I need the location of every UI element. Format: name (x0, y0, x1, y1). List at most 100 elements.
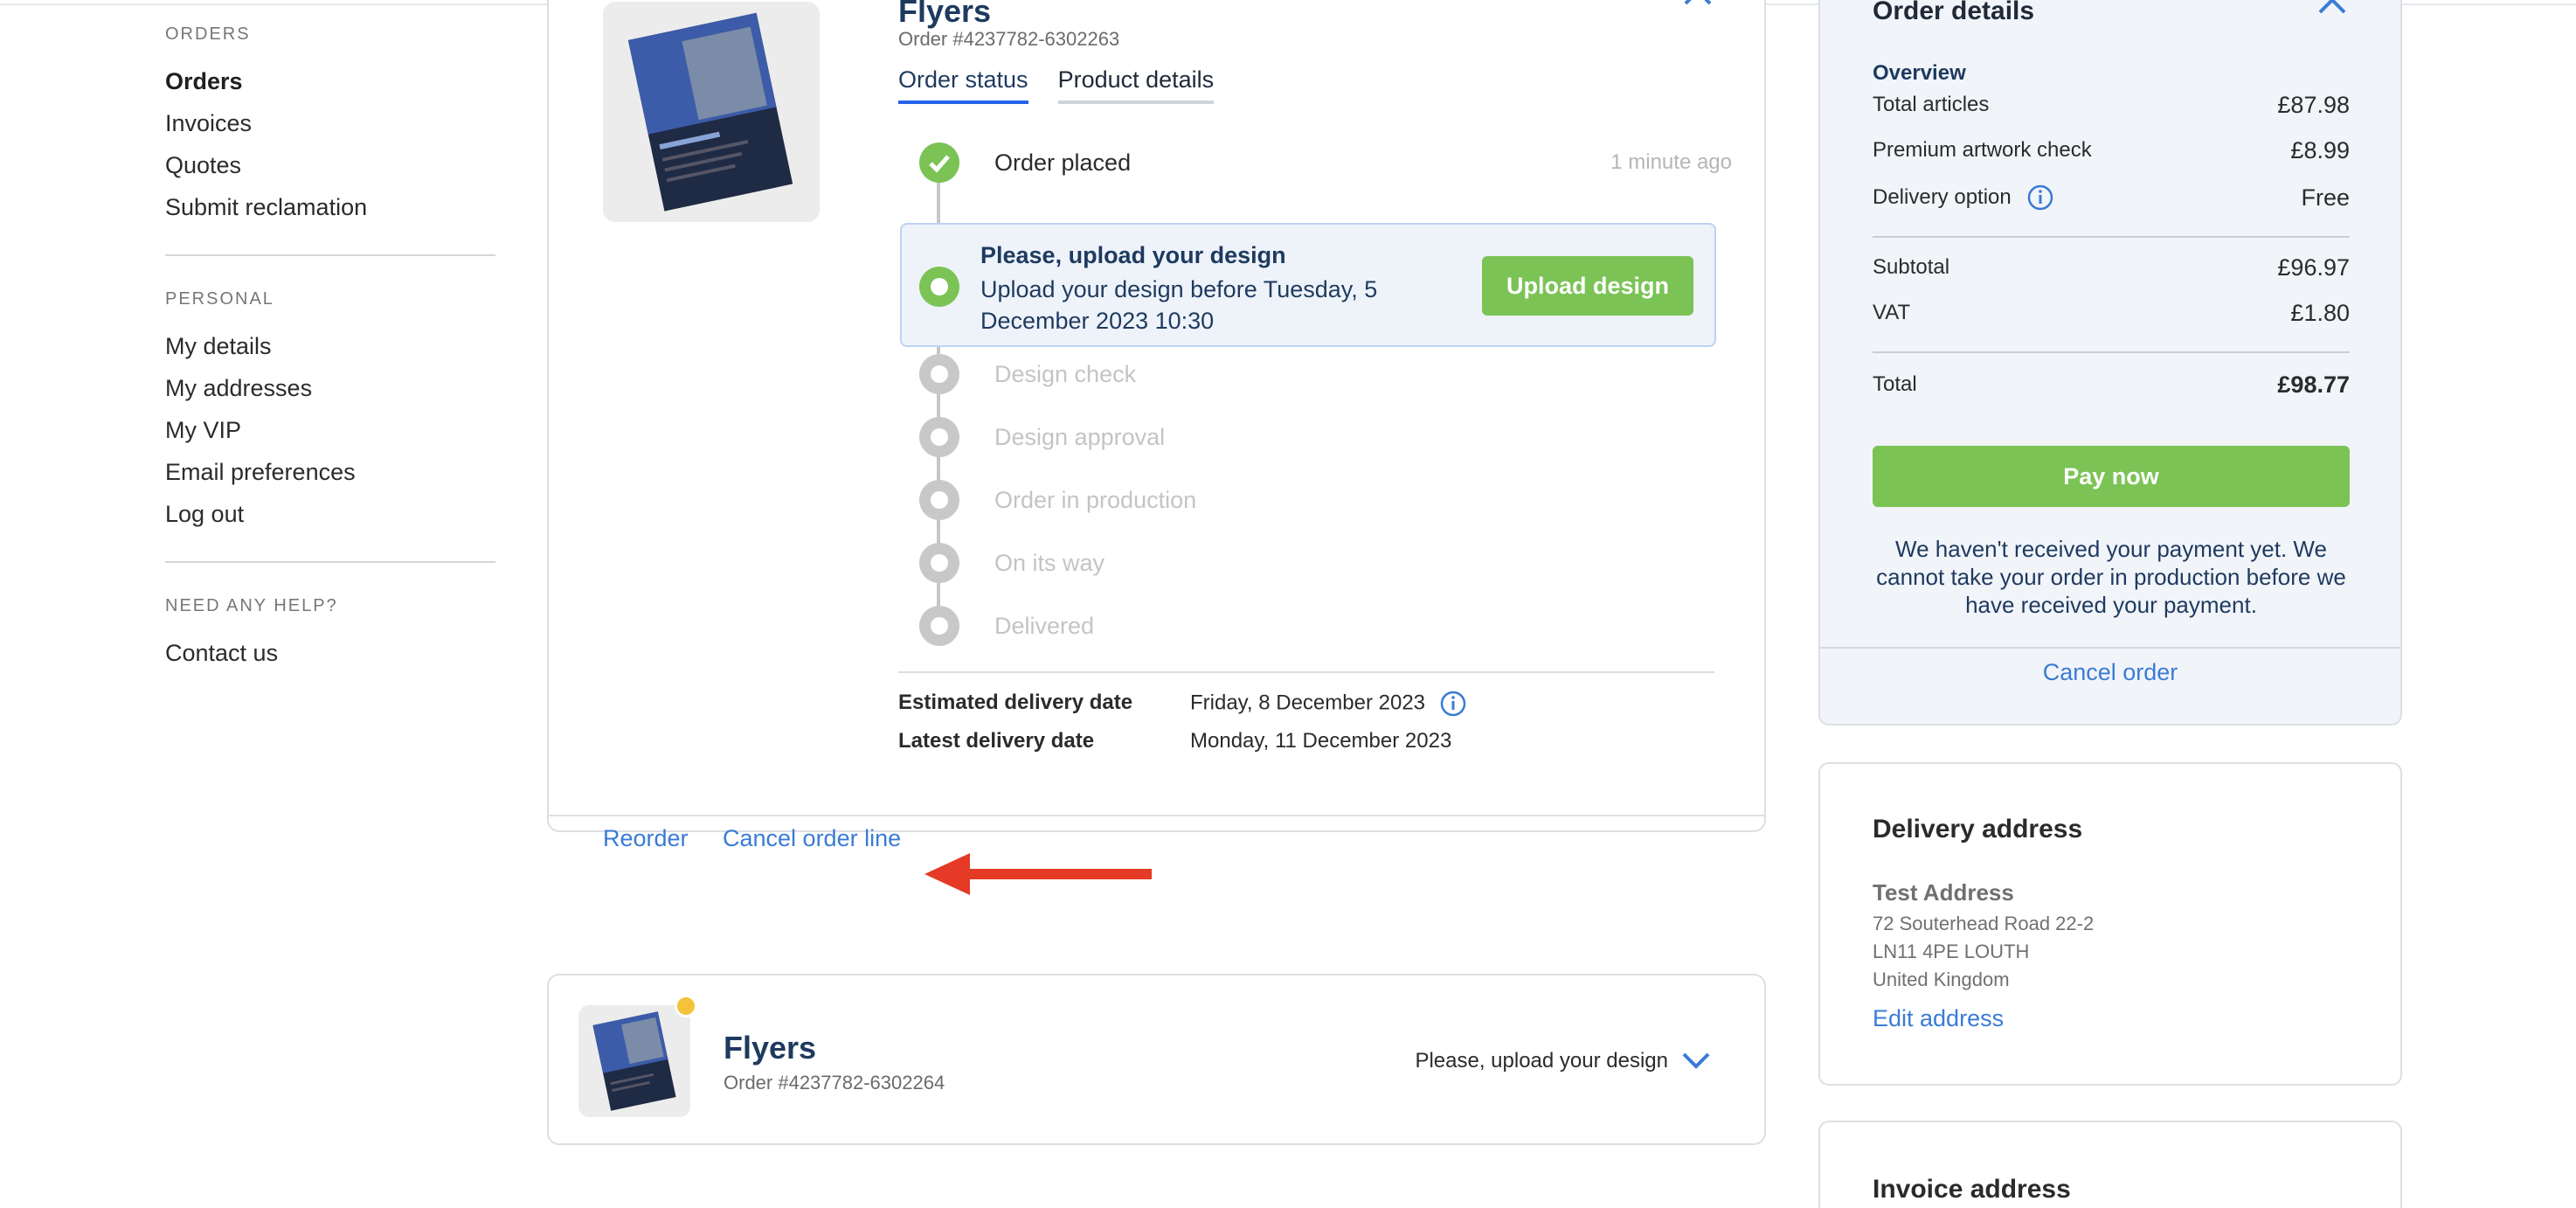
vat-label: VAT (1873, 301, 1911, 324)
reorder-link[interactable]: Reorder (603, 825, 689, 852)
sidebar-item-invoices[interactable]: Invoices (165, 102, 495, 144)
order-details-panel: Order details Overview Total articles £8… (1818, 0, 2402, 725)
order-line-card: Flyers Order #4237782-6302263 Order stat… (547, 0, 1766, 851)
step-delivered: Delivered (919, 606, 1732, 646)
summary-divider (1873, 351, 2350, 353)
estimated-delivery-date: Friday, 8 December 2023 (1190, 691, 1426, 715)
summary-divider (1873, 236, 2350, 238)
chevron-down-icon[interactable] (1680, 1049, 1712, 1072)
step-on-its-way: On its way (919, 543, 1732, 583)
tab-order-status[interactable]: Order status (898, 66, 1028, 104)
order-details-title: Order details (1873, 0, 2035, 25)
delivery-divider (898, 671, 1714, 673)
sidebar-item-orders[interactable]: Orders (165, 60, 495, 102)
tab-product-details[interactable]: Product details (1057, 66, 1215, 104)
current-step-icon (919, 267, 959, 307)
step-label: Delivered (994, 612, 1095, 639)
estimated-delivery-value: Friday, 8 December 2023 (1190, 691, 1466, 717)
info-icon[interactable] (2027, 184, 2053, 211)
step-label: Design check (994, 360, 1137, 387)
order-line-body: Flyers Order #4237782-6302263 Order stat… (549, 0, 1764, 816)
vat-value: £1.80 (2290, 299, 2350, 326)
total-articles-row: Total articles £87.98 (1873, 89, 2350, 121)
product-title: Flyers (898, 0, 992, 29)
step-design-approval: Design approval (919, 417, 1732, 457)
artwork-check-value: £8.99 (2290, 136, 2350, 163)
flyer-thumbnail (578, 1005, 690, 1117)
upload-design-button[interactable]: Upload design (1482, 256, 1693, 316)
sidebar-section-help: NEED ANY HELP? (165, 596, 338, 615)
current-step-text: Upload your design before Tuesday, 5 Dec… (980, 276, 1378, 334)
sidebar-divider (165, 254, 495, 256)
sidebar-divider (165, 561, 495, 563)
address-line: LN11 4PE LOUTH (1873, 941, 2030, 962)
order-tabs: Order status Product details (898, 66, 1215, 104)
order-number: Order #4237782-6302263 (898, 28, 1120, 50)
step-label: Order placed (994, 149, 1132, 176)
flyer-thumbnail (603, 2, 820, 222)
order-line-status: Please, upload your design (1415, 1049, 1668, 1073)
step-label: Order in production (994, 486, 1197, 513)
product-title: Flyers (724, 1030, 817, 1066)
vat-row: VAT £1.80 (1873, 297, 2350, 329)
address-line: United Kingdom (1873, 968, 2010, 990)
pending-step-icon (919, 543, 959, 583)
subtotal-value: £96.97 (2277, 253, 2350, 281)
payment-note: We haven't received your payment yet. We… (1876, 536, 2346, 618)
step-order-placed: Order placed 1 minute ago (919, 142, 1732, 183)
latest-delivery-label: Latest delivery date (898, 729, 1095, 753)
total-articles-value: £87.98 (2277, 91, 2350, 118)
step-label: On its way (994, 549, 1105, 576)
delivery-option-text: Delivery option (1873, 185, 2012, 209)
total-label: Total (1873, 372, 1917, 396)
address-name: Test Address (1873, 879, 2014, 906)
cancel-order-line-link[interactable]: Cancel order line (723, 825, 901, 852)
pay-now-button[interactable]: Pay now (1873, 446, 2350, 507)
chevron-up-icon[interactable] (1682, 0, 1714, 5)
delivery-option-value: Free (2301, 184, 2350, 211)
info-icon[interactable] (1440, 691, 1466, 717)
delivery-address-title: Delivery address (1873, 815, 2083, 844)
order-line-card-collapsed[interactable]: Flyers Order #4237782-6302264 Please, up… (547, 974, 1766, 1145)
sidebar-item-my-vip[interactable]: My VIP (165, 409, 495, 451)
delivery-option-row: Delivery option Free (1873, 182, 2350, 213)
chevron-up-icon[interactable] (2316, 0, 2348, 14)
pending-step-icon (919, 480, 959, 520)
sidebar-item-contact-us[interactable]: Contact us (165, 632, 495, 674)
sidebar-item-quotes[interactable]: Quotes (165, 144, 495, 186)
subtotal-row: Subtotal £96.97 (1873, 252, 2350, 283)
current-step-title: Please, upload your design (980, 242, 1286, 268)
pending-step-icon (919, 354, 959, 394)
sidebar-section-personal: PERSONAL (165, 289, 274, 309)
status-badge (675, 995, 697, 1017)
cancel-order-link[interactable]: Cancel order (1820, 659, 2400, 686)
address-line: 72 Souterhead Road 22-2 (1873, 913, 2095, 934)
step-label: Design approval (994, 423, 1166, 450)
step-time: 1 minute ago (1610, 150, 1732, 174)
subtotal-label: Subtotal (1873, 255, 1950, 279)
artwork-check-label: Premium artwork check (1873, 138, 2092, 162)
delivery-option-label: Delivery option (1873, 184, 2053, 211)
total-value: £98.77 (2277, 371, 2350, 398)
checkmark-icon (919, 142, 959, 183)
sidebar-item-email-preferences[interactable]: Email preferences (165, 451, 495, 493)
edit-address-link[interactable]: Edit address (1873, 1005, 2004, 1032)
panel-footer-divider (1820, 647, 2400, 649)
delivery-address-card: Delivery address Test Address 72 Souterh… (1818, 762, 2402, 1086)
artwork-check-row: Premium artwork check £8.99 (1873, 135, 2350, 166)
total-articles-label: Total articles (1873, 93, 1990, 116)
current-step-box: Please, upload your design Upload your d… (900, 223, 1716, 347)
pending-step-icon (919, 417, 959, 457)
sidebar-item-log-out[interactable]: Log out (165, 493, 495, 535)
account-sidebar: ORDERS Orders Invoices Quotes Submit rec… (165, 24, 495, 674)
sidebar-item-submit-reclamation[interactable]: Submit reclamation (165, 186, 495, 228)
order-number: Order #4237782-6302264 (724, 1072, 945, 1093)
estimated-delivery-label: Estimated delivery date (898, 691, 1133, 714)
sidebar-item-my-details[interactable]: My details (165, 325, 495, 367)
annotation-arrow-icon (924, 853, 1152, 895)
sidebar-item-my-addresses[interactable]: My addresses (165, 367, 495, 409)
step-design-check: Design check (919, 354, 1732, 394)
invoice-address-card: Invoice address (1818, 1121, 2402, 1208)
total-row: Total £98.77 (1873, 369, 2350, 400)
overview-heading: Overview (1873, 61, 1966, 85)
